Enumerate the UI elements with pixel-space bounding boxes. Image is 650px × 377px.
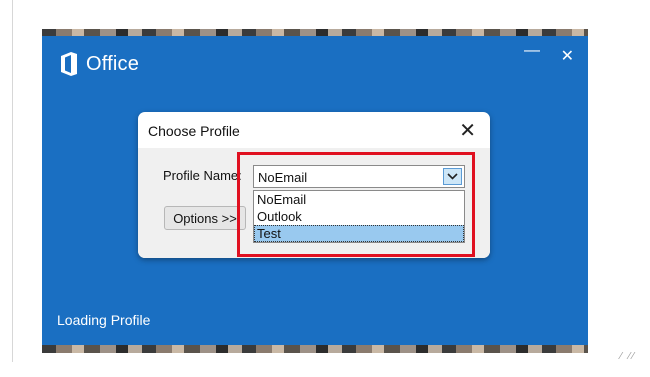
profile-name-label: Profile Name: xyxy=(163,168,242,183)
loading-status-text: Loading Profile xyxy=(57,312,151,328)
dropdown-option-outlook[interactable]: Outlook xyxy=(254,208,464,225)
minimize-button[interactable]: — xyxy=(524,42,540,60)
dialog-title: Choose Profile xyxy=(148,123,240,139)
profile-name-label-text: Profile Name: xyxy=(163,168,242,183)
profile-dropdown-list: NoEmail Outlook Test xyxy=(253,190,465,243)
minimize-icon: — xyxy=(524,42,540,59)
office-logo-icon xyxy=(61,52,77,76)
page-frame-line xyxy=(12,0,13,362)
background-photo-strip-bottom xyxy=(42,344,588,353)
combobox-dropdown-button[interactable] xyxy=(443,168,462,185)
combobox-selected-value: NoEmail xyxy=(258,170,308,185)
office-brand-text: Office xyxy=(86,52,140,75)
close-icon: ✕ xyxy=(459,120,476,142)
chevron-down-icon xyxy=(447,173,458,180)
options-button[interactable]: Options >> xyxy=(164,206,246,230)
close-window-button[interactable]: ✕ xyxy=(561,46,574,66)
office-logo: Office xyxy=(60,52,139,76)
close-icon: ✕ xyxy=(560,48,574,65)
resize-grip-icon[interactable]: ⁄ ⁄⁄ xyxy=(620,351,636,362)
options-button-label: Options >> xyxy=(173,210,237,226)
dropdown-option-test[interactable]: Test xyxy=(254,225,464,242)
dialog-close-button[interactable]: ✕ xyxy=(459,118,476,143)
dropdown-option-noemail[interactable]: NoEmail xyxy=(254,191,464,208)
profile-name-combobox[interactable]: NoEmail xyxy=(253,165,465,188)
